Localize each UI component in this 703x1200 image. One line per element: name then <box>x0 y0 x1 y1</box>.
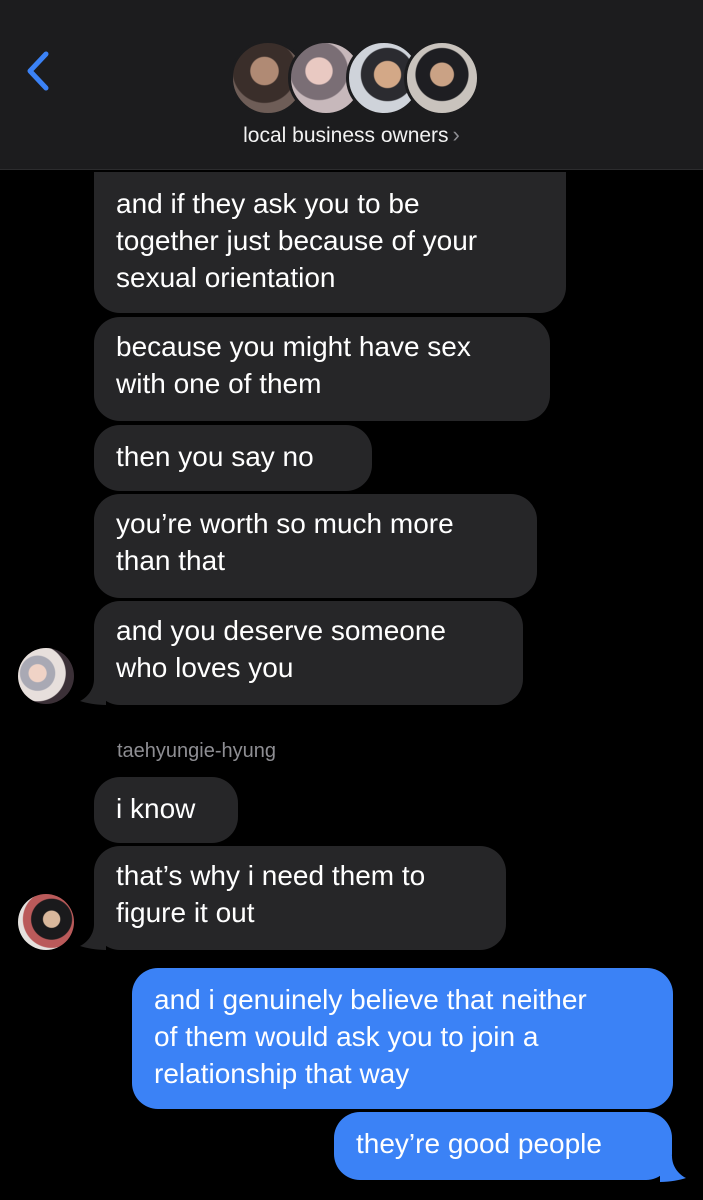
chevron-right-icon: › <box>452 122 460 147</box>
message-bubble-incoming[interactable]: that’s why i need them to figure it out <box>94 846 506 950</box>
message-bubble-outgoing[interactable]: and i genuinely believe that neither of … <box>132 968 673 1109</box>
avatar[interactable] <box>18 894 74 950</box>
message-line: that’s why i need them to <box>116 860 426 891</box>
message-line: than that <box>116 545 225 576</box>
message-bubble-outgoing[interactable]: they’re good people <box>334 1112 672 1180</box>
bubble-tail <box>660 1156 686 1182</box>
message-line: you’re worth so much more <box>116 508 454 539</box>
message-line: figure it out <box>116 897 255 928</box>
message-line: together just because of your <box>116 225 478 256</box>
message-line: they’re good people <box>356 1128 602 1159</box>
message-bubble-incoming[interactable]: you’re worth so much more than that <box>94 494 537 598</box>
message-line: sexual orientation <box>116 262 336 293</box>
avatar[interactable] <box>18 648 74 704</box>
message-bubble-incoming[interactable]: then you say no <box>94 425 372 491</box>
message-line: i know <box>116 793 196 824</box>
message-line: and if they ask you to be <box>116 188 420 219</box>
message-line: then you say no <box>116 441 314 472</box>
conversation-title-text: local business owners <box>243 124 449 147</box>
conversation-header: local business owners › <box>0 0 703 170</box>
bubble-tail <box>80 679 106 705</box>
chevron-left-icon <box>27 51 49 91</box>
message-line: with one of them <box>116 368 322 399</box>
message-bubble-incoming[interactable]: and you deserve someone who loves you <box>94 601 523 705</box>
group-member-avatar <box>404 40 480 116</box>
message-line: and i genuinely believe that neither <box>154 984 587 1015</box>
sender-name: taehyungie-hyung <box>117 740 277 762</box>
message-line: relationship that way <box>154 1058 410 1089</box>
message-line: because you might have sex <box>116 331 471 362</box>
conversation-title[interactable]: local business owners › <box>0 122 703 148</box>
back-button[interactable] <box>18 48 58 94</box>
group-avatar-stack[interactable] <box>230 40 480 116</box>
message-bubble-incoming[interactable]: because you might have sex with one of t… <box>94 317 550 421</box>
message-line: who loves you <box>116 652 294 683</box>
message-line: of them would ask you to join a <box>154 1021 539 1052</box>
message-bubble-incoming[interactable]: i know <box>94 777 238 843</box>
bubble-tail <box>80 924 106 950</box>
message-line: and you deserve someone <box>116 615 446 646</box>
message-bubble-incoming[interactable]: and if they ask you to be together just … <box>94 172 566 313</box>
